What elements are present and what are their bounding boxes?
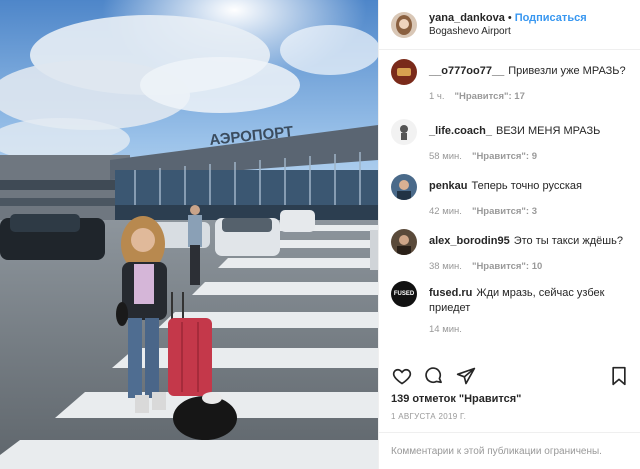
comment-time[interactable]: 58 мин. <box>429 151 462 162</box>
post-sidebar: yana_dankova • Подписаться Bogashevo Airpo… <box>378 0 640 469</box>
post-actions <box>391 365 630 387</box>
comment-username[interactable]: _life.coach_ <box>429 125 492 137</box>
comment-time[interactable]: 1 ч. <box>429 91 445 102</box>
comment-likes[interactable]: "Нравится": 9 <box>472 151 537 162</box>
commenter-avatar-text: FUSED <box>393 291 415 297</box>
bookmark-icon <box>612 366 626 386</box>
save-button[interactable] <box>608 365 630 387</box>
commenter-avatar[interactable] <box>391 119 417 145</box>
author-avatar[interactable] <box>391 11 417 38</box>
commenter-avatar[interactable] <box>391 174 417 200</box>
commenter-avatar[interactable]: FUSED <box>391 281 417 307</box>
comment-time[interactable]: 42 мин. <box>429 206 462 217</box>
comment-item: FUSED fused.ru Жди мразь, сейчас узбек пр… <box>379 280 640 345</box>
heart-icon <box>392 368 412 385</box>
airport-photo: АЭРОПОРТ <box>0 0 378 469</box>
post-date[interactable]: 1 АВГУСТА 2019 Г. <box>391 412 466 421</box>
comment-icon <box>425 367 442 384</box>
commenter-avatar[interactable] <box>391 229 417 255</box>
comment-text: ВЕЗИ МЕНЯ МРАЗЬ <box>495 125 601 137</box>
follow-button[interactable]: Подписаться <box>515 12 587 24</box>
comment-text: Привезли уже МРАЗЬ? <box>508 65 626 77</box>
comment-time[interactable]: 38 мин. <box>429 261 462 272</box>
separator-dot: • <box>507 11 512 24</box>
post-photo[interactable]: АЭРОПОРТ <box>0 0 378 469</box>
location-link[interactable]: Bogashevo Airport <box>429 25 587 39</box>
comment-username[interactable]: alex_borodin95 <box>429 235 510 247</box>
comment-text: Это ты такси ждёшь? <box>513 235 623 247</box>
commenter-avatar[interactable] <box>391 59 417 85</box>
comment-likes[interactable]: "Нравится": 3 <box>472 206 537 217</box>
share-icon <box>456 367 476 385</box>
comment-username[interactable]: __o777oo77__ <box>429 65 504 77</box>
comment-item: __o777oo77__ Привезли уже МРАЗЬ? 1 ч. "Нра… <box>379 58 640 118</box>
comments-restricted-notice: Комментарии к этой публикации ограничены… <box>379 432 640 469</box>
comment-item: _life.coach_ ВЕЗИ МЕНЯ МРАЗЬ 58 мин. "Нрав… <box>379 118 640 173</box>
comment-time[interactable]: 14 мин. <box>429 324 462 335</box>
comment-text: Теперь точно русская <box>471 180 582 192</box>
comment-item: penkau Теперь точно русская 42 мин. "Нрави… <box>379 173 640 228</box>
author-username[interactable]: yana_dankova <box>429 12 505 24</box>
instagram-post: АЭРОПОРТ yana_dankova • Подписаться Boga… <box>0 0 640 469</box>
comment-username[interactable]: fused.ru <box>429 287 472 299</box>
comment-button[interactable] <box>423 365 445 387</box>
post-header: yana_dankova • Подписаться Bogashevo Airpo… <box>379 0 640 50</box>
comment-likes[interactable]: "Нравится": 17 <box>455 91 525 102</box>
like-button[interactable] <box>391 365 413 387</box>
comment-item: alex_borodin95 Это ты такси ждёшь? 38 мин… <box>379 228 640 280</box>
share-button[interactable] <box>455 365 477 387</box>
comments-list[interactable]: __o777oo77__ Привезли уже МРАЗЬ? 1 ч. "Нра… <box>379 58 640 358</box>
likes-count[interactable]: 139 отметок "Нравится" <box>391 393 521 405</box>
comment-likes[interactable]: "Нравится": 10 <box>472 261 542 272</box>
comment-username[interactable]: penkau <box>429 180 468 192</box>
